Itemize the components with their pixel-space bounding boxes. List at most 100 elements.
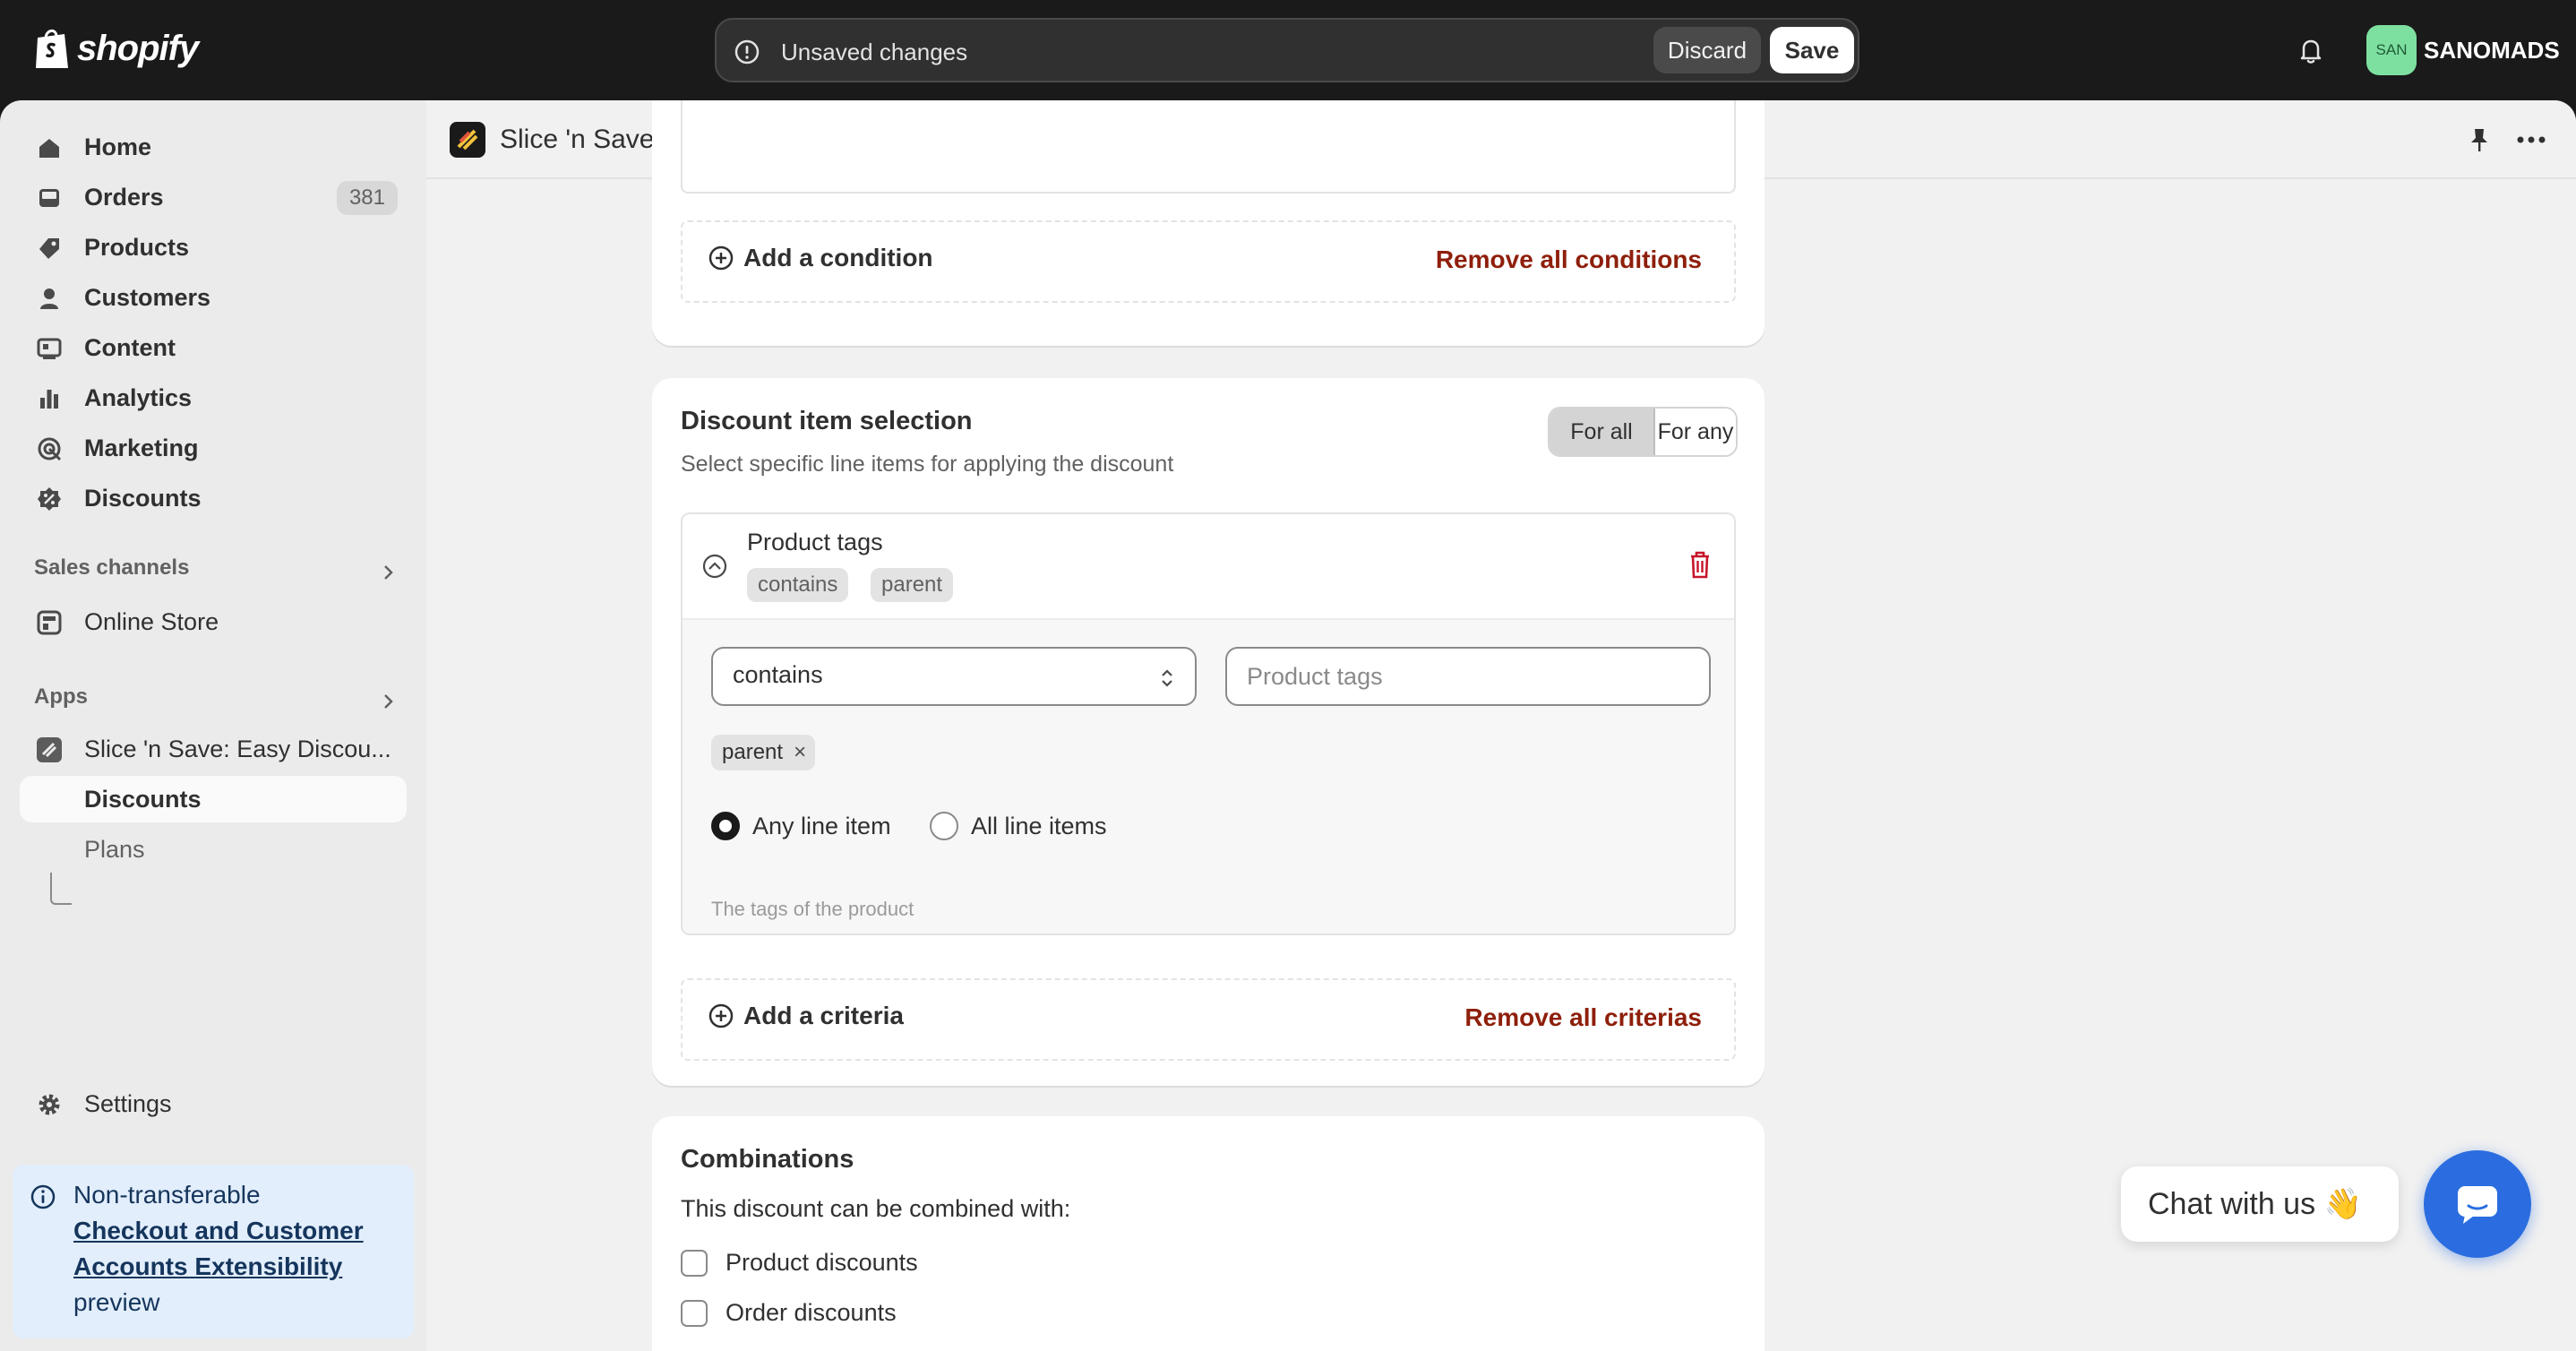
- sales-channels-heading[interactable]: Sales channels: [34, 555, 189, 581]
- sidebar-item-discounts[interactable]: Discounts: [20, 475, 407, 521]
- sidebar-item-label: Slice 'n Save: Easy Discou...: [84, 736, 391, 762]
- card-title: Combinations: [681, 1145, 854, 1174]
- bar-chart-icon: [40, 390, 58, 409]
- for-all-toggle[interactable]: For all: [1550, 409, 1655, 455]
- discount-icon: [38, 487, 61, 511]
- chevron-right-icon[interactable]: [378, 692, 398, 711]
- criteria-product-tags: Product tags contains parent contains pa…: [681, 512, 1736, 935]
- sidebar-item-orders[interactable]: Orders 381: [20, 174, 407, 220]
- banner-suffix: preview: [73, 1288, 160, 1316]
- card-subtitle: This discount can be combined with:: [681, 1195, 1071, 1222]
- chat-icon: [2458, 1186, 2497, 1224]
- sidebar-item-label: Analytics: [84, 384, 193, 411]
- sidebar-item-label: Online Store: [84, 608, 219, 635]
- orders-icon: [39, 189, 59, 207]
- remove-tag-icon[interactable]: ×: [794, 735, 806, 770]
- plus-circle-icon: [708, 245, 734, 271]
- radio-any-line-item[interactable]: Any line item: [711, 812, 891, 840]
- add-condition-label: Add a condition: [743, 244, 933, 271]
- extensibility-banner: Non-transferable Checkout and Customer A…: [13, 1165, 414, 1338]
- app-logo-icon: [37, 737, 62, 762]
- remove-all-criterias-button[interactable]: Remove all criterias: [1464, 1003, 1702, 1032]
- checkbox-icon: [681, 1299, 708, 1327]
- sidebar-item-analytics[interactable]: Analytics: [20, 374, 407, 421]
- unsaved-changes-bar: Unsaved changes Discard Save: [715, 18, 1859, 82]
- checkbox-order-discounts[interactable]: Order discounts: [681, 1299, 897, 1327]
- sidebar-item-products[interactable]: Products: [20, 224, 407, 271]
- sidebar-item-app-plans[interactable]: Plans: [20, 826, 407, 873]
- banner-prefix: Non-transferable: [73, 1181, 261, 1209]
- sidebar-item-label: Marketing: [84, 435, 199, 461]
- criteria-help-text: The tags of the product: [711, 898, 914, 920]
- orders-count-badge: 381: [336, 181, 398, 215]
- checkbox-product-discounts[interactable]: Product discounts: [681, 1249, 918, 1277]
- criteria-header[interactable]: Product tags contains parent: [683, 514, 1734, 618]
- product-tags-input[interactable]: [1225, 647, 1711, 706]
- person-icon: [40, 288, 58, 309]
- checkbox-label: Product discounts: [726, 1249, 918, 1276]
- conditions-actions: Add a condition Remove all conditions: [681, 220, 1736, 303]
- sidebar-item-label: Settings: [84, 1090, 172, 1117]
- plus-circle-icon: [708, 1003, 734, 1028]
- sidebar-item-app[interactable]: Slice 'n Save: Easy Discou...: [20, 726, 407, 772]
- tag-chip: parent ×: [711, 735, 816, 770]
- conditions-card: Add a condition Remove all conditions: [652, 100, 1765, 346]
- radio-all-line-items[interactable]: All line items: [930, 812, 1107, 840]
- sidebar-item-customers[interactable]: Customers: [20, 274, 407, 321]
- store-name[interactable]: SANOMADS: [2424, 32, 2560, 68]
- main-content: Slice 'n Save: Easy Discounts Add a cond…: [426, 100, 2576, 1351]
- add-condition-button[interactable]: Add a condition: [708, 244, 933, 272]
- operator-pill: contains: [747, 568, 849, 602]
- select-arrows-icon: [1162, 669, 1172, 687]
- bell-icon[interactable]: [2295, 34, 2327, 66]
- discard-button[interactable]: Discard: [1653, 27, 1761, 73]
- sidebar-item-label: Plans: [84, 836, 145, 863]
- add-criteria-button[interactable]: Add a criteria: [708, 1002, 904, 1030]
- add-criteria-label: Add a criteria: [743, 1002, 904, 1029]
- criteria-name: Product tags: [747, 529, 883, 555]
- gear-icon: [39, 1094, 60, 1115]
- sidebar-item-label: Products: [84, 234, 190, 261]
- operator-select[interactable]: contains: [711, 647, 1197, 706]
- criteria-body: contains parent × Any line item All line…: [683, 618, 1734, 934]
- sidebar-item-label: Customers: [84, 284, 211, 311]
- sidebar: Home Orders 381 Products Customers Conte…: [0, 100, 426, 1351]
- banner-link[interactable]: Checkout and Customer Accounts Extensibi…: [73, 1213, 396, 1285]
- sidebar-item-label: Discounts: [84, 485, 202, 512]
- operator-select-value: contains: [733, 661, 823, 688]
- info-icon: [30, 1184, 56, 1209]
- sidebar-item-label: Discounts: [84, 786, 202, 813]
- avatar[interactable]: SAN: [2366, 25, 2417, 75]
- shopify-bag-icon: [36, 30, 68, 68]
- sidebar-item-home[interactable]: Home: [20, 124, 407, 170]
- tag-chip-label: parent: [722, 740, 784, 764]
- sidebar-item-online-store[interactable]: Online Store: [20, 598, 407, 645]
- trash-icon[interactable]: [1686, 548, 1714, 581]
- criteria-actions: Add a criteria Remove all criterias: [681, 978, 1736, 1061]
- chat-launcher-button[interactable]: [2424, 1150, 2531, 1258]
- remove-all-conditions-button[interactable]: Remove all conditions: [1436, 245, 1702, 274]
- target-icon: [38, 437, 62, 461]
- chat-with-us-bubble[interactable]: Chat with us 👋: [2121, 1166, 2399, 1242]
- condition-item: [681, 100, 1736, 194]
- match-mode-toggle: For all For any: [1548, 407, 1738, 457]
- sidebar-item-marketing[interactable]: Marketing: [20, 425, 407, 471]
- chevron-up-circle-icon[interactable]: [700, 552, 729, 581]
- unsaved-changes-text: Unsaved changes: [781, 39, 968, 65]
- pin-icon[interactable]: [2465, 125, 2494, 154]
- sidebar-item-app-discounts[interactable]: Discounts: [20, 776, 407, 822]
- card-title: Discount item selection: [681, 407, 973, 435]
- save-button[interactable]: Save: [1770, 27, 1854, 73]
- sidebar-item-label: Content: [84, 334, 176, 361]
- store-icon: [37, 610, 62, 635]
- apps-heading[interactable]: Apps: [34, 684, 88, 710]
- tag-icon: [39, 238, 59, 259]
- sidebar-item-settings[interactable]: Settings: [20, 1080, 407, 1127]
- banner-text: Non-transferable Checkout and Customer A…: [73, 1177, 396, 1321]
- shopify-logo[interactable]: shopify: [32, 25, 199, 72]
- sidebar-item-content[interactable]: Content: [20, 324, 407, 371]
- more-horizontal-icon[interactable]: [2515, 125, 2547, 154]
- top-bar: shopify Unsaved changes Discard Save SAN…: [0, 0, 2576, 100]
- for-any-toggle[interactable]: For any: [1655, 409, 1736, 455]
- chevron-right-icon[interactable]: [378, 563, 398, 582]
